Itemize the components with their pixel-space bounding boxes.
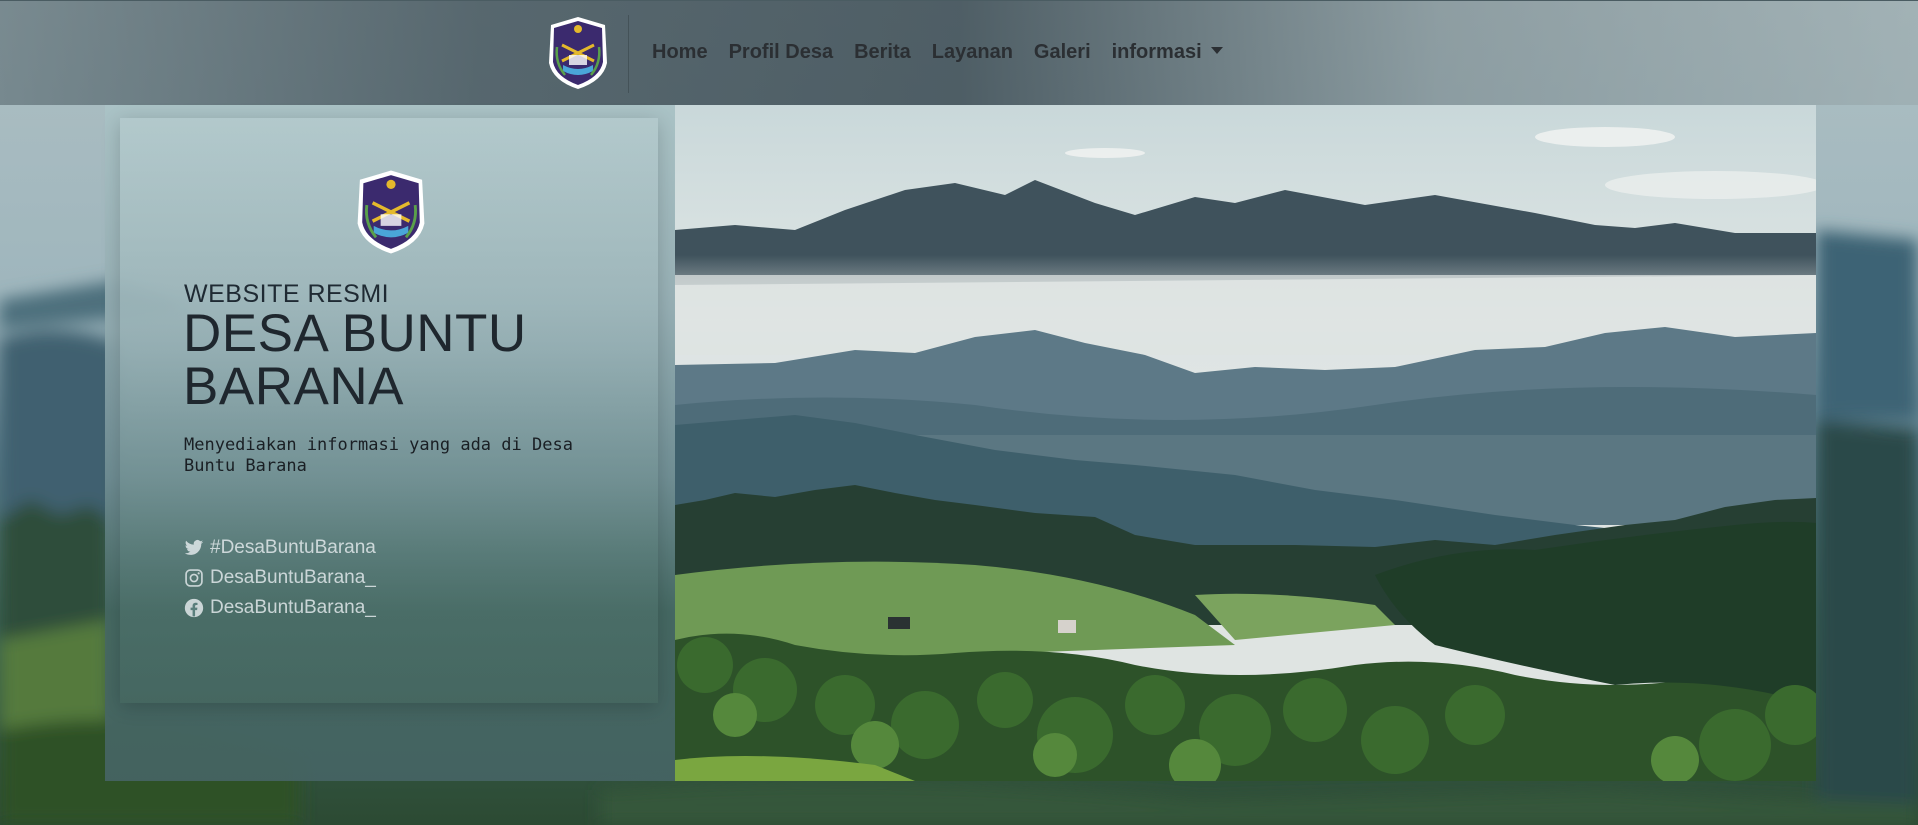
navbar: Home Profil Desa Berita Layanan Galeri i… (0, 0, 1918, 105)
village-emblem-icon (357, 170, 425, 254)
social-twitter-label: #DesaBuntuBarana (210, 537, 376, 558)
hero-description: Menyediakan informasi yang ada di Desa B… (184, 435, 573, 476)
mountain-landscape-photo (675, 105, 1816, 781)
nav-item-informasi-label: informasi (1111, 41, 1202, 63)
nav-item-informasi[interactable]: informasi (1112, 41, 1223, 64)
twitter-icon (184, 540, 204, 555)
nav-item-galeri[interactable]: Galeri (1034, 41, 1091, 64)
social-twitter[interactable]: #DesaBuntuBarana (184, 533, 376, 563)
social-instagram-label: DesaBuntuBarana_ (210, 567, 376, 588)
nav-item-berita[interactable]: Berita (854, 41, 911, 64)
nav-item-layanan[interactable]: Layanan (932, 41, 1013, 64)
nav-logo[interactable] (545, 15, 611, 91)
village-emblem-icon (549, 17, 607, 89)
hero-image (675, 105, 1816, 781)
social-facebook-label: DesaBuntuBarana_ (210, 597, 376, 618)
social-facebook[interactable]: DesaBuntuBarana_ (184, 593, 376, 623)
caret-down-icon (1210, 47, 1223, 54)
hero-title: DESA BUNTU BARANA (183, 304, 527, 416)
nav-menu: Home Profil Desa Berita Layanan Galeri i… (652, 41, 1244, 64)
nav-item-profil-desa[interactable]: Profil Desa (729, 41, 833, 64)
nav-item-home[interactable]: Home (652, 41, 708, 64)
social-instagram[interactable]: DesaBuntuBarana_ (184, 563, 376, 593)
social-links: #DesaBuntuBarana DesaBuntuBarana_ DesaBu… (184, 533, 376, 623)
instagram-icon (185, 569, 203, 587)
hero-logo (353, 168, 429, 256)
nav-divider (628, 15, 629, 93)
facebook-icon (184, 598, 204, 618)
